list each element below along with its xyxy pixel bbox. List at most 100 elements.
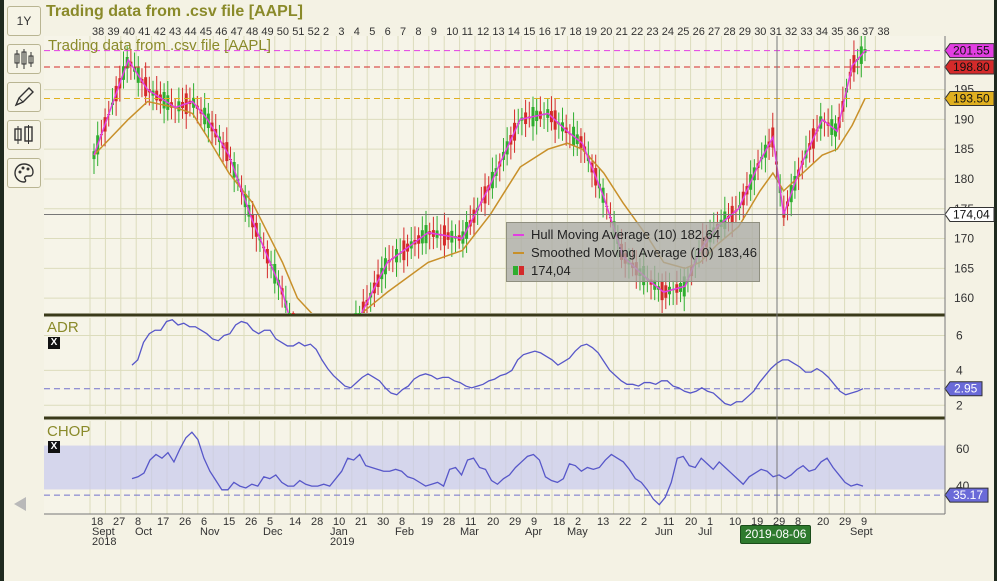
month-label: Apr (525, 526, 542, 538)
date-axis-tick: 26 (245, 516, 257, 528)
price-tag-label: 193.50 (953, 92, 990, 106)
price-tag-label: 198.80 (953, 60, 990, 74)
date-axis-tick: 29 (509, 516, 521, 528)
scroll-left-arrow-icon[interactable] (14, 497, 26, 511)
date-axis-tick: 13 (597, 516, 609, 528)
date-axis-tick: 15 (223, 516, 235, 528)
candlestick-icon (14, 49, 34, 69)
adr-panel-title: ADR (47, 319, 79, 336)
date-axis-tick: 27 (113, 516, 125, 528)
week-label: 18 (569, 26, 581, 38)
adr-close-button[interactable]: X (48, 337, 60, 349)
week-label: 21 (616, 26, 628, 38)
date-axis-tick: 28 (443, 516, 455, 528)
month-label: May (567, 526, 588, 538)
price-axis-tick: 170 (954, 232, 974, 246)
chop-value-tag-label: 35.17 (953, 488, 983, 502)
smoothed-legend-swatch (513, 251, 524, 254)
price-axis-tick: 180 (954, 172, 974, 186)
week-label: 4 (354, 26, 360, 38)
week-label: 13 (492, 26, 504, 38)
week-label: 32 (785, 26, 797, 38)
week-label: 10 (446, 26, 458, 38)
adr-axis-tick: 4 (956, 363, 963, 377)
drawing-tools-button[interactable] (7, 82, 41, 112)
drawing-pen-icon (14, 87, 34, 107)
date-axis-tick: 20 (685, 516, 697, 528)
week-label: 11 (462, 26, 473, 38)
week-label: 15 (523, 26, 535, 38)
price-axis-tick: 165 (954, 261, 974, 275)
adr-value-tag-label: 2.95 (954, 382, 978, 396)
week-label: 36 (847, 26, 859, 38)
price-tag-label: 174,04 (953, 207, 990, 221)
color-scheme-button[interactable] (7, 158, 41, 188)
month-label: Sept (850, 526, 873, 538)
date-axis-tick: 21 (355, 516, 367, 528)
week-label: 5 (369, 26, 375, 38)
week-label: 23 (646, 26, 658, 38)
week-label: 7 (400, 26, 406, 38)
date-axis-tick: 19 (421, 516, 433, 528)
tooltip-smoothed-text: Smoothed Moving Average (10) 183,46 (531, 245, 757, 260)
chop-axis-tick: 60 (956, 442, 970, 456)
month-label: Jun (655, 526, 673, 538)
adr-axis-tick: 2 (956, 398, 963, 412)
month-label: Oct (135, 526, 152, 538)
week-label: 28 (723, 26, 735, 38)
date-axis-tick: 26 (179, 516, 191, 528)
week-label: 9 (431, 26, 437, 38)
cursor-date-badge: 2019-08-06 (740, 525, 812, 544)
adr-panel-bg (44, 318, 945, 414)
week-label: 27 (708, 26, 720, 38)
candle-body (291, 313, 295, 314)
month-label: Jul (698, 526, 712, 538)
chop-close-button[interactable]: X (48, 441, 60, 453)
tooltip-smoothed-row: Smoothed Moving Average (10) 183,46 (513, 244, 757, 261)
hull-legend-swatch (513, 233, 524, 236)
week-label: 34 (816, 26, 828, 38)
week-label: 16 (539, 26, 551, 38)
week-label: 12 (477, 26, 489, 38)
palette-icon (14, 163, 34, 183)
date-axis-tick: 28 (311, 516, 323, 528)
month-label: Nov (200, 526, 220, 538)
candle-body (354, 313, 358, 314)
adr-axis-tick: 6 (956, 328, 963, 342)
week-label: 33 (800, 26, 812, 38)
week-label: 2 (323, 26, 329, 38)
week-label: 20 (600, 26, 612, 38)
week-label: 38 (877, 26, 889, 38)
month-label: Dec (263, 526, 283, 538)
week-label: 37 (862, 26, 874, 38)
chart-canvas[interactable]: 38 39 40 41 42 43 44 45 46 47 48 49 50 51 52 2 3 4 5 6 7 8 9 10… (0, 0, 997, 581)
chart-style-icon (14, 125, 33, 144)
week-label: 6 (385, 26, 391, 38)
date-axis-tick: 22 (619, 516, 631, 528)
crosshair-tooltip: Hull Moving Average (10) 182,64 Smoothed… (506, 222, 760, 282)
week-label: 26 (693, 26, 705, 38)
week-label: 8 (415, 26, 421, 38)
date-axis-tick: 2 (641, 516, 647, 528)
week-label: 19 (585, 26, 597, 38)
candlestick-style-button[interactable] (7, 44, 41, 74)
tooltip-hull-text: Hull Moving Average (10) 182,64 (531, 227, 721, 242)
period-label: 1Y (16, 14, 32, 28)
week-label: 30 (754, 26, 766, 38)
week-label: 52 (308, 26, 320, 38)
price-axis-tick: 190 (954, 112, 974, 126)
chart-style-button[interactable] (7, 120, 41, 150)
chart-subtitle: Trading data from .csv file [AAPL] (48, 37, 271, 54)
month-label: Feb (395, 526, 414, 538)
price-axis-tick: 185 (954, 142, 974, 156)
chart-title: Trading data from .csv file [AAPL] (46, 3, 303, 20)
year-label: 2019 (330, 536, 354, 548)
date-axis-tick: 20 (817, 516, 829, 528)
week-label: 17 (554, 26, 566, 38)
period-1y-button[interactable]: 1Y (7, 6, 41, 36)
week-label: 24 (662, 26, 674, 38)
app-window: 38 39 40 41 42 43 44 45 46 47 48 49 50 51 52 2 3 4 5 6 7 8 9 10… (0, 0, 997, 581)
date-axis-tick: 17 (157, 516, 169, 528)
week-label: 51 (292, 26, 304, 38)
week-label: 22 (631, 26, 643, 38)
